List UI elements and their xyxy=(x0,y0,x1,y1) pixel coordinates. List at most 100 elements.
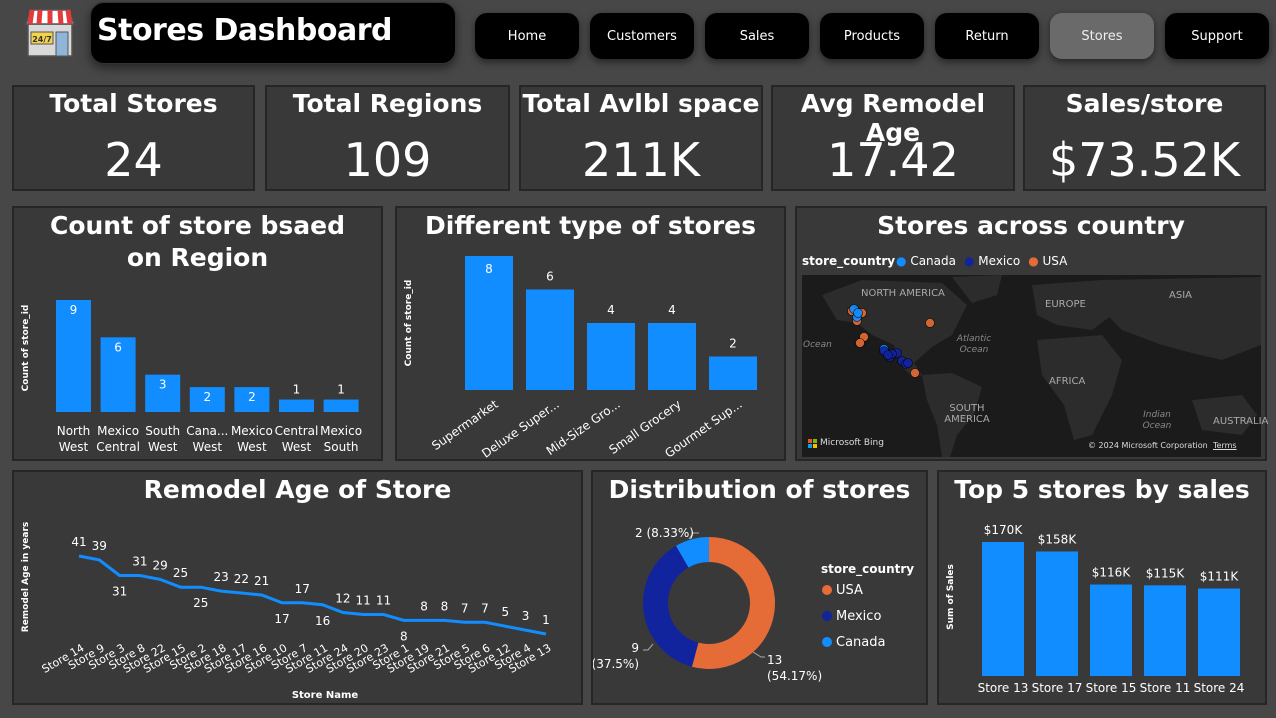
kpi-card-total-stores: Total Stores 24 xyxy=(12,85,255,191)
data-label: 9 xyxy=(70,303,78,317)
data-label: 31 xyxy=(132,555,147,569)
data-label: 1 xyxy=(337,383,345,397)
page-title: Stores Dashboard xyxy=(97,13,392,48)
legend-marker xyxy=(822,585,832,595)
map-panel: Stores across country store_country ● Ca… xyxy=(795,206,1268,461)
x-tick-label: Store 24 xyxy=(1194,681,1245,695)
data-label: $111K xyxy=(1200,570,1240,584)
x-tick-label: Store 11 xyxy=(1140,681,1191,695)
x-tick-label: Cana... xyxy=(186,424,228,438)
kpi-title: Total Avlbl space xyxy=(522,89,760,118)
data-label: (54.17%) xyxy=(767,669,822,683)
x-tick-label: Store 17 xyxy=(1032,681,1083,695)
x-tick-label: Store 13 xyxy=(978,681,1029,695)
nav-return-button[interactable]: Return xyxy=(935,13,1039,59)
legend-label: USA xyxy=(836,583,863,598)
map-legend: ● Canada ● Mexico ● USA xyxy=(896,254,1067,268)
x-tick-label: Central xyxy=(96,440,140,454)
data-label: 2 xyxy=(729,337,737,351)
data-label: 13 xyxy=(767,653,782,667)
kpi-card-total-space: Total Avlbl space 211K xyxy=(519,85,763,191)
data-label: 9 xyxy=(631,641,639,655)
bar xyxy=(279,399,314,412)
data-label: 22 xyxy=(234,572,249,586)
legend-label: Canada xyxy=(836,635,885,650)
map-marker-mexico xyxy=(903,358,913,368)
map-label-north-america: NORTH AMERICA xyxy=(861,288,945,299)
map-title: Stores across country xyxy=(877,211,1185,240)
map-terms-link[interactable]: Terms xyxy=(1213,441,1237,450)
x-tick-label: Store 15 xyxy=(1086,681,1137,695)
bar xyxy=(1144,585,1186,676)
map-label-atlantic: Atlantic Ocean xyxy=(956,334,992,355)
data-label: 25 xyxy=(193,596,208,610)
map-label-europe: EUROPE xyxy=(1045,299,1086,310)
kpi-card-avg-remodel-age: Avg Remodel Age 17.42 xyxy=(771,85,1015,191)
x-tick-label: Mexico xyxy=(320,424,362,438)
data-label: 17 xyxy=(274,612,289,626)
x-tick-label: North xyxy=(57,424,91,438)
x-tick-label: South xyxy=(145,424,180,438)
y-axis-label: Count of store_id xyxy=(21,305,31,392)
nav-support-button[interactable]: Support xyxy=(1165,13,1269,59)
x-tick-label: West xyxy=(237,440,267,454)
region-bar-chart: Count of store_id 9NorthWest6MexicoCentra… xyxy=(21,300,362,454)
x-tick-label: Mexico xyxy=(97,424,139,438)
legend-item-mexico: ● Mexico xyxy=(963,254,1021,268)
x-tick-label: Central xyxy=(275,424,319,438)
data-label: 23 xyxy=(213,570,228,584)
leader-line xyxy=(752,651,765,658)
top5-panel: Top 5 stores by sales Sum of Sales $170K S… xyxy=(937,470,1267,705)
kpi-card-sales-per-store: Sales/store $73.52K xyxy=(1023,85,1266,191)
data-label: 39 xyxy=(92,539,107,553)
y-axis-label: Sum of Sales xyxy=(946,564,956,630)
distribution-donut-chart: 13 (54.17%) 9 (37.5%) 2 (8.33%) store_country… xyxy=(593,526,914,683)
nav-products-button[interactable]: Products xyxy=(820,13,924,59)
data-label: $158K xyxy=(1038,532,1078,546)
kpi-title: Total Regions xyxy=(292,89,483,118)
data-label: 11 xyxy=(356,594,371,608)
map-marker-usa xyxy=(910,368,920,378)
data-label: 4 xyxy=(607,303,615,317)
nav-stores-button[interactable]: Stores xyxy=(1050,13,1154,59)
bar xyxy=(1036,551,1078,676)
store-map[interactable] xyxy=(802,275,1261,457)
data-label: 3 xyxy=(522,609,530,623)
map-attribution: © 2024 Microsoft Corporation xyxy=(1088,441,1208,450)
map-marker-usa xyxy=(925,318,935,328)
leader-line xyxy=(643,643,654,651)
legend-item-usa: ● USA xyxy=(1028,254,1068,268)
data-label: 8 xyxy=(485,262,493,276)
map-label-south-america: SOUTH AMERICA xyxy=(944,403,990,425)
nav-sales-button[interactable]: Sales xyxy=(705,13,809,59)
region-chart-panel: Count of store bsaed on Region Count of … xyxy=(12,206,383,461)
data-label: 41 xyxy=(71,535,86,549)
nav-customers-button[interactable]: Customers xyxy=(590,13,694,59)
data-label: 16 xyxy=(315,614,330,628)
map-legend-title: store_country xyxy=(802,254,896,268)
legend-label: Mexico xyxy=(836,609,881,624)
map-marker-usa xyxy=(855,338,865,348)
x-tick-label: West xyxy=(282,440,312,454)
data-label: 17 xyxy=(295,582,310,596)
map-marker-canada xyxy=(853,308,863,318)
kpi-card-total-regions: Total Regions 109 xyxy=(265,85,510,191)
data-label: $170K xyxy=(984,523,1024,537)
store-type-bar-chart: Count of store_id8Supermarket6Deluxe Sup… xyxy=(404,256,757,459)
x-tick-label: West xyxy=(148,440,178,454)
data-label: 8 xyxy=(420,599,428,613)
kpi-title: Total Stores xyxy=(49,89,218,118)
bar xyxy=(1198,588,1240,676)
kpi-value: 24 xyxy=(104,133,163,187)
bar xyxy=(587,323,635,390)
data-label: $115K xyxy=(1146,566,1186,580)
store-type-chart-panel: Different type of stores Count of store_… xyxy=(395,206,786,461)
bar xyxy=(1090,584,1132,676)
data-label: $116K xyxy=(1092,566,1132,580)
bar xyxy=(465,256,513,390)
data-label: 21 xyxy=(254,574,269,588)
nav-home-button[interactable]: Home xyxy=(475,13,579,59)
y-axis-label: Remodel Age in years xyxy=(21,522,31,632)
data-label: 6 xyxy=(546,270,554,284)
data-label: 2 xyxy=(248,390,256,404)
